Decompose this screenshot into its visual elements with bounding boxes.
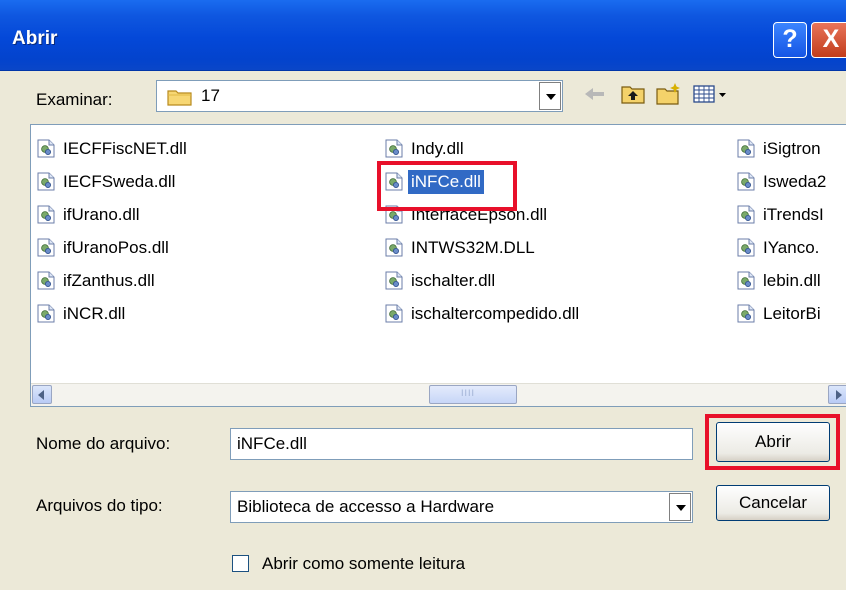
filename-label: Nome do arquivo:: [36, 434, 171, 453]
up-folder-icon[interactable]: [620, 82, 646, 106]
file-name: IECFFiscNET.dll: [63, 139, 187, 158]
file-name: lebin.dll: [763, 271, 821, 290]
dll-file-icon: [37, 205, 55, 224]
open-dialog: Abrir ? X Examinar: 17 IECFFiscNET.dll IE…: [0, 0, 846, 590]
file-name: iSigtron: [763, 139, 821, 158]
scroll-thumb[interactable]: [429, 385, 517, 404]
file-name: IECFSweda.dll: [63, 172, 176, 191]
dll-file-icon: [37, 238, 55, 257]
dll-file-icon: [37, 172, 55, 191]
dll-file-icon: [737, 139, 755, 158]
dll-file-icon: [385, 238, 403, 257]
dll-file-icon: [385, 271, 403, 290]
scroll-left-button[interactable]: [32, 385, 52, 404]
file-name: ischaltercompedido.dll: [411, 304, 580, 323]
look-in-combo[interactable]: 17: [156, 80, 563, 112]
file-name: LeitorBi: [763, 304, 821, 323]
filename-input[interactable]: iNFCe.dll: [230, 428, 693, 460]
dll-file-icon: [737, 238, 755, 257]
dll-file-icon: [37, 139, 55, 158]
dll-file-icon: [737, 304, 755, 323]
horizontal-scrollbar[interactable]: [31, 383, 846, 406]
file-name: ifZanthus.dll: [63, 271, 155, 290]
file-name: ischalter.dll: [411, 271, 496, 290]
close-button[interactable]: X: [811, 22, 846, 58]
title-bar[interactable]: Abrir ? X: [0, 0, 846, 71]
file-name: iNCR.dll: [63, 304, 126, 323]
scroll-right-button[interactable]: [828, 385, 846, 404]
view-menu-icon[interactable]: [692, 82, 728, 106]
readonly-label: Abrir como somente leitura: [262, 554, 466, 573]
help-button[interactable]: ?: [773, 22, 807, 58]
filename-value: iNFCe.dll: [237, 434, 307, 453]
filetype-label: Arquivos do tipo:: [36, 496, 163, 515]
dll-file-icon: [37, 271, 55, 290]
filetype-value: Biblioteca de accesso a Hardware: [237, 497, 495, 516]
dll-file-icon: [385, 304, 403, 323]
highlight-selected-file: [377, 161, 517, 211]
new-folder-icon[interactable]: [656, 82, 682, 106]
dll-file-icon: [737, 205, 755, 224]
back-icon[interactable]: [582, 82, 608, 106]
folder-icon: [167, 90, 192, 106]
highlight-open-button: [705, 414, 840, 470]
look-in-value: 17: [201, 86, 220, 105]
filetype-dropdown-button[interactable]: [669, 493, 691, 521]
file-name: IYanco.: [763, 238, 820, 257]
file-name: ifUranoPos.dll: [63, 238, 169, 257]
look-in-dropdown-button[interactable]: [539, 82, 561, 110]
file-name: Indy.dll: [411, 139, 464, 158]
look-in-label: Examinar:: [36, 90, 113, 109]
dll-file-icon: [737, 271, 755, 290]
file-name: INTWS32M.DLL: [411, 238, 535, 257]
cancel-button[interactable]: Cancelar: [716, 485, 830, 521]
file-name: ifUrano.dll: [63, 205, 140, 224]
readonly-checkbox[interactable]: [232, 555, 249, 572]
file-name: iTrendsI: [763, 205, 824, 224]
dll-file-icon: [737, 172, 755, 191]
file-name: Isweda2: [763, 172, 827, 191]
dll-file-icon: [37, 304, 55, 323]
dialog-title: Abrir: [12, 28, 58, 49]
dll-file-icon: [385, 139, 403, 158]
filetype-combo[interactable]: Biblioteca de accesso a Hardware: [230, 491, 693, 523]
